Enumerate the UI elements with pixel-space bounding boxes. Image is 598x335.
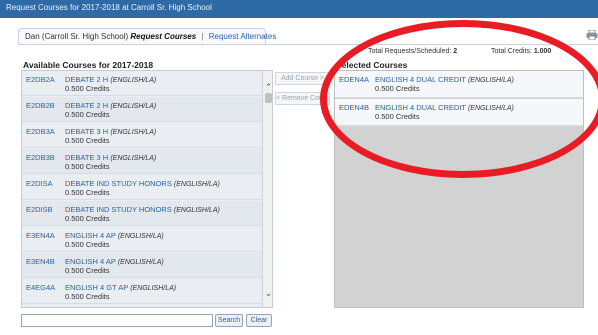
scrollbar-thumb[interactable] [265, 93, 272, 103]
course-credits: 0.500 Credits [65, 266, 110, 275]
tab-student: Dan (Carroll Sr. High School) [25, 32, 129, 41]
list-item[interactable]: E2DB3A DEBATE 3 H (ENGLISH/LA) 0.500 Cre… [22, 123, 262, 148]
search-button[interactable]: Search [215, 314, 243, 327]
course-code[interactable]: E2DB3A [26, 127, 55, 136]
total-credits-value: 1.000 [533, 48, 552, 55]
course-name[interactable]: DEBATE 3 H (ENGLISH/LA) [65, 153, 156, 162]
tab-request-alternates[interactable]: Request Alternates [209, 32, 277, 41]
course-code[interactable]: E2DISA [26, 179, 53, 188]
selected-courses-list[interactable]: EDEN4A ENGLISH 4 DUAL CREDIT (ENGLISH/LA… [334, 70, 584, 308]
window-title: Request Courses for 2017-2018 at Carroll… [0, 0, 598, 18]
available-courses-list[interactable]: E2DB2A DEBATE 2 H (ENGLISH/LA) 0.500 Cre… [21, 70, 273, 308]
course-credits: 0.500 Credits [65, 214, 110, 223]
course-name[interactable]: DEBATE 2 H (ENGLISH/LA) [65, 75, 156, 84]
list-item[interactable]: E2DB2B DEBATE 2 H (ENGLISH/LA) 0.500 Cre… [22, 97, 262, 122]
course-name[interactable]: ENGLISH 4 DUAL CREDIT (ENGLISH/LA) [375, 75, 514, 84]
course-credits: 0.500 Credits [65, 110, 110, 119]
course-credits: 0.500 Credits [375, 84, 420, 93]
course-code[interactable]: EDEN4A [339, 75, 369, 84]
list-item[interactable]: E2DB3B DEBATE 3 H (ENGLISH/LA) 0.500 Cre… [22, 149, 262, 174]
printer-icon[interactable] [586, 30, 598, 40]
available-courses-title: Available Courses for 2017-2018 [23, 60, 154, 70]
course-name[interactable]: ENGLISH 4 GT AP (ENGLISH/LA) [65, 283, 176, 292]
total-requests-label: Total Requests/Scheduled: [368, 48, 452, 55]
available-list-scrollbar[interactable]: ⌃ ⌄ [262, 71, 272, 307]
course-code[interactable]: E2DB3B [26, 153, 55, 162]
course-credits: 0.500 Credits [65, 188, 110, 197]
list-item[interactable]: EDEN4B ENGLISH 4 DUAL CREDIT (ENGLISH/LA… [335, 99, 583, 126]
list-item[interactable]: E2DISB DEBATE IND STUDY HONORS (ENGLISH/… [22, 201, 262, 226]
chevron-up-icon[interactable]: ⌃ [263, 81, 272, 93]
course-name[interactable]: ENGLISH 4 DUAL CREDIT (ENGLISH/LA) [375, 103, 514, 112]
total-credits: Total Credits: 1.000 [491, 48, 551, 55]
total-requests-value: 2 [453, 48, 458, 55]
course-name[interactable]: DEBATE 2 H (ENGLISH/LA) [65, 101, 156, 110]
course-name[interactable]: DEBATE IND STUDY HONORS (ENGLISH/LA) [65, 205, 220, 214]
course-code[interactable]: E2DB2A [26, 75, 55, 84]
tab-request-courses[interactable]: Request Courses [130, 32, 196, 41]
list-item[interactable]: E3EN4B ENGLISH 4 AP (ENGLISH/LA) 0.500 C… [22, 253, 262, 278]
course-code[interactable]: EDEN4B [339, 103, 369, 112]
course-code[interactable]: E3EN4A [26, 231, 55, 240]
total-requests: Total Requests/Scheduled: 2 [368, 48, 457, 55]
search-input[interactable] [21, 314, 213, 327]
list-item[interactable]: EDEN4A ENGLISH 4 DUAL CREDIT (ENGLISH/LA… [335, 71, 583, 98]
tab-separator: | [201, 32, 204, 41]
course-credits: 0.500 Credits [65, 136, 110, 145]
course-code[interactable]: E3EN4B [26, 257, 55, 266]
course-credits: 0.500 Credits [65, 240, 110, 249]
total-credits-label: Total Credits: [491, 48, 532, 55]
course-name[interactable]: ENGLISH 4 AP (ENGLISH/LA) [65, 257, 164, 266]
chevron-down-icon[interactable]: ⌄ [263, 287, 272, 299]
course-credits: 0.500 Credits [65, 292, 110, 301]
course-code[interactable]: E2DB2B [26, 101, 55, 110]
list-item[interactable]: E2DB2A DEBATE 2 H (ENGLISH/LA) 0.500 Cre… [22, 71, 262, 96]
course-credits: 0.500 Credits [65, 84, 110, 93]
add-course-button[interactable]: Add Course > [275, 72, 330, 85]
course-name[interactable]: DEBATE IND STUDY HONORS (ENGLISH/LA) [65, 179, 220, 188]
remove-course-button[interactable]: < Remove Course [275, 92, 330, 105]
selected-courses-title: Selected Courses [336, 60, 408, 70]
list-item[interactable]: E3EN4A ENGLISH 4 AP (ENGLISH/LA) 0.500 C… [22, 227, 262, 252]
course-code[interactable]: E4EG4A [26, 283, 55, 292]
course-name[interactable]: ENGLISH 4 AP (ENGLISH/LA) [65, 231, 164, 240]
course-name[interactable]: DEBATE 3 H (ENGLISH/LA) [65, 127, 156, 136]
list-item[interactable]: E2DISA DEBATE IND STUDY HONORS (ENGLISH/… [22, 175, 262, 200]
course-code[interactable]: E2DISB [26, 205, 53, 214]
clear-button[interactable]: Clear [246, 314, 272, 327]
tab-bar: Dan (Carroll Sr. High School) Request Co… [18, 28, 276, 44]
course-credits: 0.500 Credits [65, 162, 110, 171]
course-credits: 0.500 Credits [375, 112, 420, 121]
list-item[interactable]: E4EG4A ENGLISH 4 GT AP (ENGLISH/LA) 0.50… [22, 279, 262, 304]
